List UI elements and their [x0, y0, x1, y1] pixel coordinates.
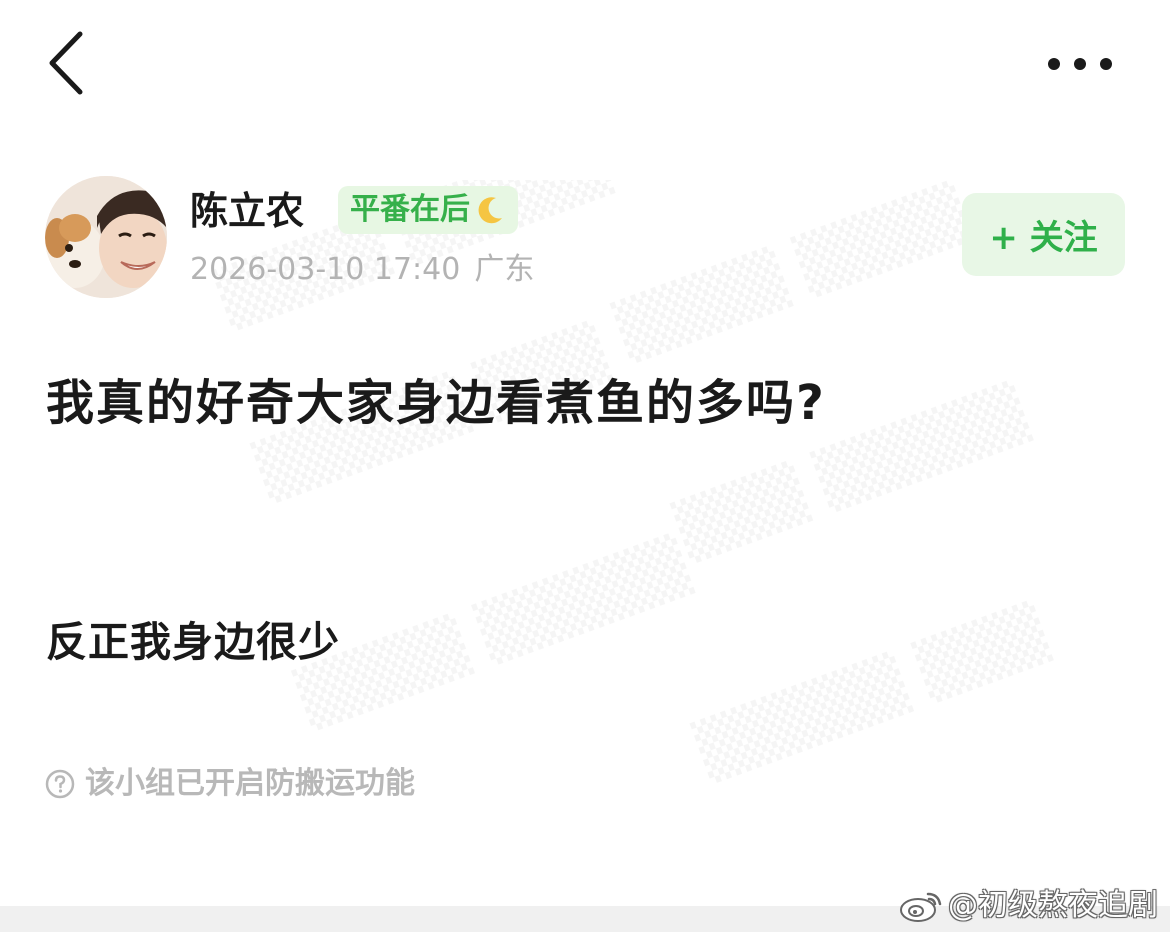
- top-navigation-bar: [0, 0, 1170, 130]
- notice-text: 该小组已开启防搬运功能: [85, 766, 415, 801]
- user-tag-text: 平番在后: [350, 192, 470, 227]
- back-arrow-icon: [49, 31, 83, 95]
- weibo-logo-icon: [900, 892, 942, 922]
- moon-icon: [478, 197, 502, 224]
- follow-button-label: + 关注: [989, 218, 1098, 258]
- anti-repost-notice[interactable]: 该小组已开启防搬运功能: [45, 764, 415, 804]
- watermark-credit: @初级熬夜追剧: [898, 884, 1158, 928]
- watermark-credit-text: @初级熬夜追剧: [948, 888, 1158, 923]
- back-button[interactable]: [44, 28, 92, 98]
- post-meta: 2026-03-10 17:40 广东: [190, 250, 534, 290]
- avatar-photo: [45, 176, 167, 298]
- post-location: 广东: [474, 252, 535, 287]
- post-body: 反正我身边很少: [46, 618, 340, 666]
- avatar[interactable]: [45, 176, 167, 298]
- more-dots-icon: [1048, 58, 1112, 70]
- follow-button[interactable]: + 关注: [962, 193, 1125, 276]
- post-timestamp: 2026-03-10 17:40: [190, 252, 461, 287]
- user-tag-badge: 平番在后: [338, 186, 518, 234]
- post-title: 我真的好奇大家身边看煮鱼的多吗?: [46, 375, 826, 431]
- username[interactable]: 陈立农: [190, 186, 304, 236]
- help-circle-icon: [45, 769, 75, 799]
- more-options-button[interactable]: [1040, 44, 1120, 84]
